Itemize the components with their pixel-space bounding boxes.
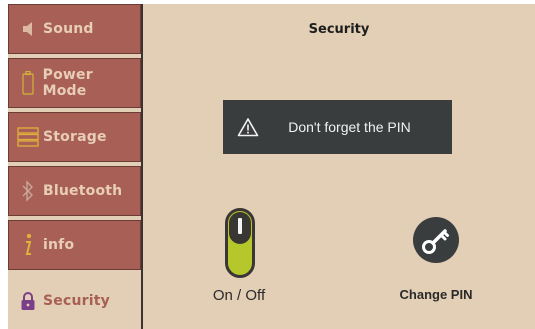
- sidebar-item-label: info: [43, 237, 75, 253]
- settings-window: Sound Power Mode Storage Bluetooth info: [8, 4, 535, 329]
- sidebar-item-label: Power Mode: [42, 67, 93, 99]
- sidebar-item-storage[interactable]: Storage: [8, 112, 141, 162]
- change-pin-label: Change PIN: [399, 287, 473, 302]
- sidebar-item-sound[interactable]: Sound: [8, 4, 141, 54]
- warning-icon: [233, 117, 263, 137]
- sidebar-item-info[interactable]: info: [8, 220, 141, 270]
- sidebar-item-power-mode[interactable]: Power Mode: [8, 58, 141, 108]
- security-toggle[interactable]: [225, 208, 255, 278]
- toggle-label: On / Off: [212, 287, 266, 304]
- page-title: Security: [308, 22, 370, 37]
- bluetooth-icon: [17, 178, 39, 204]
- sidebar-item-bluetooth[interactable]: Bluetooth: [8, 166, 141, 216]
- battery-icon: [17, 70, 39, 96]
- sidebar-item-label: Bluetooth: [43, 183, 123, 199]
- change-pin-button[interactable]: [412, 216, 460, 264]
- speaker-icon: [17, 16, 39, 42]
- sidebar-item-security[interactable]: Security: [8, 276, 141, 326]
- sidebar: Sound Power Mode Storage Bluetooth info: [8, 4, 143, 329]
- sidebar-item-label: Storage: [43, 129, 107, 145]
- pin-reminder-text: Don't forget the PIN: [288, 119, 411, 135]
- key-icon: [413, 217, 459, 263]
- lock-icon: [17, 288, 39, 314]
- sidebar-item-label: Security: [43, 293, 110, 309]
- sidebar-item-label: Sound: [43, 21, 94, 37]
- storage-icon: [17, 124, 39, 150]
- info-icon: [17, 232, 39, 258]
- pin-reminder-banner: Don't forget the PIN: [223, 100, 452, 154]
